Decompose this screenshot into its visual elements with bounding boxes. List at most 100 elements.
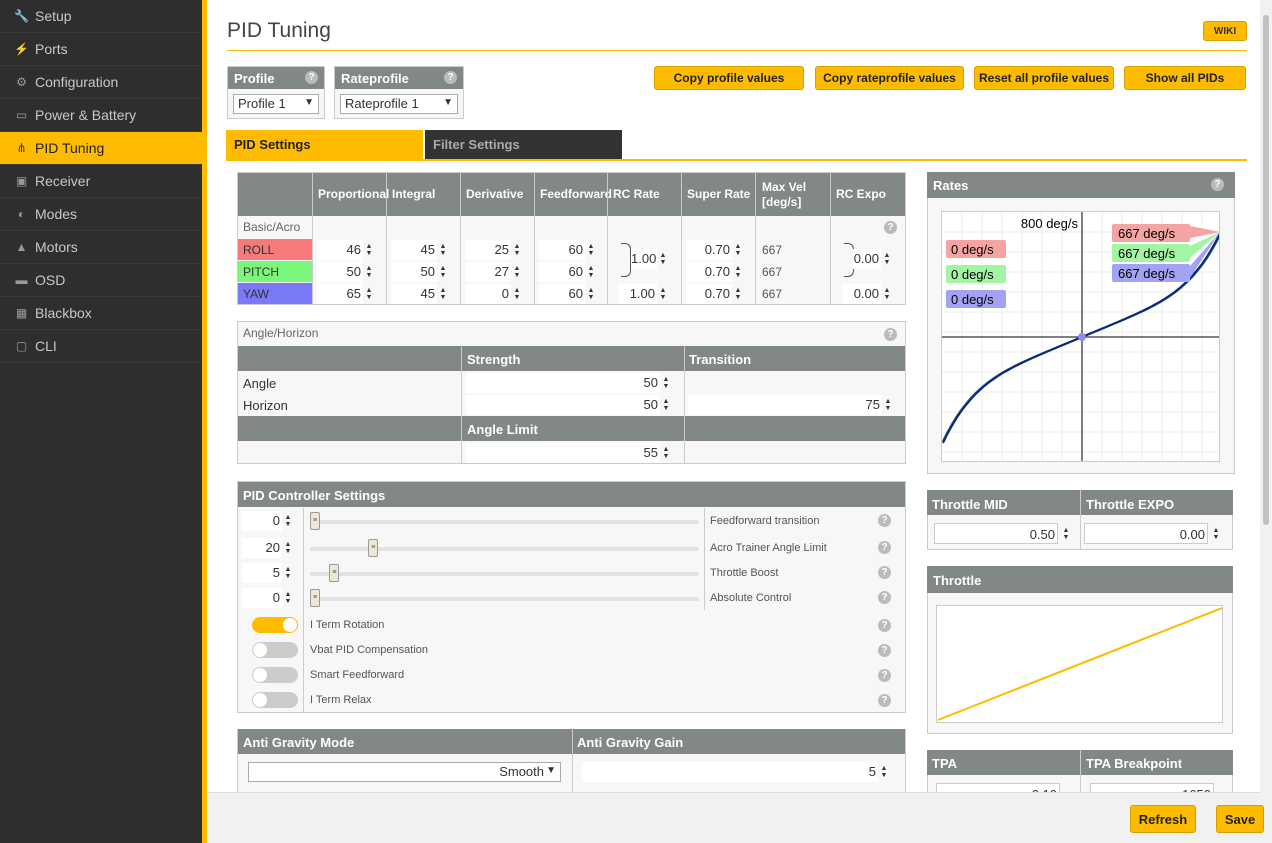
wiki-button[interactable]: WIKI [1203,21,1247,41]
sidebar-item-setup[interactable]: 🔧 Setup [0,0,202,33]
spinner-arrows[interactable]: ▲ ▼ [365,243,373,259]
slider-handle[interactable]: ≡ [368,539,379,557]
spinner-arrows[interactable]: ▲ ▼ [659,252,667,268]
spinner-arrows[interactable]: ▲ ▼ [662,446,670,462]
slider-value-input[interactable]: 0 [242,588,282,608]
proportional-input[interactable]: 50 [317,262,363,282]
copy-profile-button[interactable]: Copy profile values [654,66,804,90]
refresh-button[interactable]: Refresh [1130,805,1196,833]
angle-limit-input[interactable]: 55 [466,443,660,463]
toggle-switch[interactable] [252,667,298,683]
slider-track[interactable] [310,597,699,601]
slider-value-input[interactable]: 20 [242,538,282,558]
spinner-arrows[interactable]: ▲ ▼ [884,398,892,414]
spinner-arrows[interactable]: ▲ ▼ [284,566,292,582]
spinner-arrows[interactable]: ▲ ▼ [1212,527,1220,543]
tpa-input[interactable]: 0.10 [936,783,1060,792]
spinner-arrows[interactable]: ▲ ▼ [587,243,595,259]
help-icon[interactable]: ? [878,644,891,657]
help-icon[interactable]: ? [878,541,891,554]
spinner-arrows[interactable]: ▲ ▼ [734,243,742,259]
integral-input[interactable]: 45 [391,240,437,260]
spinner-arrows[interactable]: ▲ ▼ [662,376,670,392]
rateprofile-select[interactable]: Rateprofile 1 ▼ [340,94,458,114]
scrollbar-thumb[interactable] [1263,15,1269,525]
horizon-strength-input[interactable]: 50 [466,395,660,415]
spinner-arrows[interactable]: ▲ ▼ [883,252,891,268]
proportional-input[interactable]: 46 [317,240,363,260]
integral-input[interactable]: 50 [391,262,437,282]
angle-strength-input[interactable]: 50 [466,373,660,393]
spinner-arrows[interactable]: ▲ ▼ [284,541,292,557]
sidebar-item-power-battery[interactable]: ▭ Power & Battery [0,99,202,132]
help-icon[interactable]: ? [878,669,891,682]
help-icon[interactable]: ? [305,71,318,84]
slider-track[interactable] [310,572,699,576]
anti-gravity-gain-input[interactable]: 5 [582,762,878,782]
toggle-switch[interactable] [252,692,298,708]
spinner-arrows[interactable]: ▲ ▼ [513,243,521,259]
show-all-pids-button[interactable]: Show all PIDs [1124,66,1246,90]
integral-input[interactable]: 45 [391,284,437,304]
tab-filter-settings[interactable]: Filter Settings [425,130,622,160]
slider-value-input[interactable]: 0 [242,511,282,531]
slider-value-input[interactable]: 5 [242,563,282,583]
help-icon[interactable]: ? [1211,178,1224,191]
slider-handle[interactable]: ≡ [310,589,320,607]
spinner-arrows[interactable]: ▲ ▼ [734,287,742,303]
toggle-switch[interactable] [252,617,298,633]
copy-rateprofile-button[interactable]: Copy rateprofile values [815,66,964,90]
derivative-input[interactable]: 27 [465,262,511,282]
super-rate-input[interactable]: 0.70 [686,284,732,304]
sidebar-item-pid-tuning[interactable]: ⋔ PID Tuning [0,132,202,165]
reset-profile-button[interactable]: Reset all profile values [974,66,1114,90]
help-icon[interactable]: ? [878,514,891,527]
super-rate-input[interactable]: 0.70 [686,262,732,282]
slider-handle[interactable]: ≡ [329,564,340,582]
rc-rate-yaw-input[interactable]: 1.00 [619,284,657,304]
spinner-arrows[interactable]: ▲ ▼ [365,287,373,303]
help-icon[interactable]: ? [884,221,897,234]
spinner-arrows[interactable]: ▲ ▼ [883,287,891,303]
profile-select[interactable]: Profile 1 ▼ [233,94,319,114]
tab-pid-settings[interactable]: PID Settings [226,130,423,160]
slider-track[interactable] [310,520,699,524]
sidebar-item-motors[interactable]: ▲ Motors [0,231,202,264]
rc-expo-rollpitch-input[interactable]: 0.00 [853,249,881,269]
sidebar-item-modes[interactable]: ◐ Modes [0,198,202,231]
tpa-breakpoint-input[interactable]: 1650 [1090,783,1214,792]
derivative-input[interactable]: 0 [465,284,511,304]
help-icon[interactable]: ? [884,328,897,341]
spinner-arrows[interactable]: ▲ ▼ [439,265,447,281]
proportional-input[interactable]: 65 [317,284,363,304]
rc-rate-rollpitch-input[interactable]: 1.00 [631,249,657,269]
sidebar-item-osd[interactable]: ▬ OSD [0,264,202,297]
rc-expo-yaw-input[interactable]: 0.00 [843,284,881,304]
save-button[interactable]: Save [1216,805,1264,833]
spinner-arrows[interactable]: ▲ ▼ [587,265,595,281]
spinner-arrows[interactable]: ▲ ▼ [662,398,670,414]
help-icon[interactable]: ? [878,619,891,632]
throttle-mid-input[interactable]: 0.50 [934,523,1058,544]
spinner-arrows[interactable]: ▲ ▼ [513,265,521,281]
spinner-arrows[interactable]: ▲ ▼ [880,765,888,781]
spinner-arrows[interactable]: ▲ ▼ [284,591,292,607]
spinner-arrows[interactable]: ▲ ▼ [365,265,373,281]
sidebar-item-cli[interactable]: ▢ CLI [0,330,202,363]
spinner-arrows[interactable]: ▲ ▼ [1062,527,1070,543]
help-icon[interactable]: ? [878,694,891,707]
scrollbar[interactable] [1260,0,1272,843]
feedforward-input[interactable]: 60 [539,284,585,304]
feedforward-input[interactable]: 60 [539,240,585,260]
spinner-arrows[interactable]: ▲ ▼ [734,265,742,281]
sidebar-item-configuration[interactable]: ⚙ Configuration [0,66,202,99]
throttle-expo-input[interactable]: 0.00 [1084,523,1208,544]
spinner-arrows[interactable]: ▲ ▼ [587,287,595,303]
spinner-arrows[interactable]: ▲ ▼ [439,243,447,259]
spinner-arrows[interactable]: ▲ ▼ [659,287,667,303]
sidebar-item-receiver[interactable]: ▣ Receiver [0,165,202,198]
anti-gravity-mode-select[interactable]: Smooth ▼ [248,762,561,782]
help-icon[interactable]: ? [444,71,457,84]
horizon-transition-input[interactable]: 75 [688,395,882,415]
spinner-arrows[interactable]: ▲ ▼ [284,514,292,530]
